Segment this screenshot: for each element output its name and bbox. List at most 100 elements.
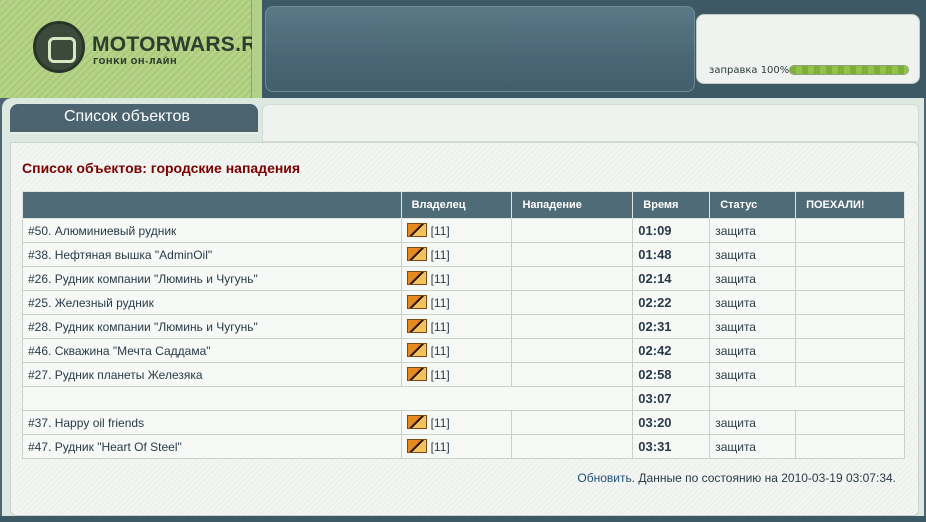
site-tagline: ГОНКИ ОН-ЛАЙН	[93, 57, 178, 66]
go-cell[interactable]	[795, 314, 905, 339]
header-go: ПОЕХАЛИ!	[795, 191, 905, 219]
owner-level: [11]	[430, 224, 450, 238]
owner-level: [11]	[430, 368, 450, 382]
table-row: #46. Скважина "Мечта Саддама" [11] 02:42 за…	[22, 338, 905, 363]
site-logo-text[interactable]: MOTORWARS.RU	[92, 33, 272, 57]
header-banner	[265, 6, 695, 92]
page-title: Список объектов: городские нападения	[22, 160, 301, 176]
clan-avatar-icon[interactable]	[406, 271, 427, 285]
fuel-panel: заправка 100%	[696, 14, 920, 84]
owner-cell: [11]	[400, 266, 513, 291]
status-cell: защита	[709, 362, 797, 387]
go-cell[interactable]	[795, 410, 905, 435]
bottom-stripe	[0, 516, 926, 522]
clan-avatar-icon[interactable]	[406, 415, 427, 429]
table-row: #27. Рудник планеты Железяка [11] 02:58 защ…	[22, 362, 905, 387]
attack-cell	[511, 290, 634, 315]
status-cell: защита	[709, 410, 797, 435]
table-row: #26. Рудник компании "Люминь и Чугунь" [1…	[22, 266, 905, 291]
time-cell: 03:31	[632, 434, 711, 459]
owner-level: [11]	[430, 344, 450, 358]
status-cell: защита	[709, 242, 797, 267]
status-cell: защита	[709, 338, 797, 363]
attack-cell	[511, 338, 634, 363]
object-name-link[interactable]: #26. Рудник компании "Люминь и Чугунь"	[22, 266, 402, 291]
time-cell: 02:58	[632, 362, 711, 387]
object-name-link[interactable]: #50. Алюминиевый рудник	[22, 218, 402, 243]
clan-avatar-icon[interactable]	[406, 367, 427, 381]
table-row: #50. Алюминиевый рудник [11] 01:09 защита	[22, 218, 905, 243]
header-owner: Владелец	[400, 191, 513, 219]
objects-table: Владелец Нападение Время Статус ПОЕХАЛИ!…	[21, 191, 905, 459]
go-cell[interactable]	[795, 266, 905, 291]
current-time-filler	[709, 386, 905, 411]
clan-avatar-icon[interactable]	[406, 295, 427, 309]
table-row: #38. Нефтяная вышка "AdminOil" [11] 01:48 з…	[22, 242, 905, 267]
owner-level: [11]	[430, 248, 450, 262]
owner-cell: [11]	[400, 218, 513, 243]
attack-cell	[511, 242, 634, 267]
time-cell: 01:09	[632, 218, 711, 243]
tab-bar-filler	[262, 104, 919, 142]
owner-level: [11]	[430, 320, 450, 334]
header-status: Статус	[709, 191, 797, 219]
status-cell: защита	[709, 434, 797, 459]
fuel-label: заправка 100%	[709, 65, 790, 76]
go-cell[interactable]	[795, 434, 905, 459]
clan-avatar-icon[interactable]	[406, 319, 427, 333]
header-object	[22, 191, 402, 219]
clan-avatar-icon[interactable]	[406, 223, 427, 237]
refresh-link[interactable]: Обновить	[577, 471, 631, 485]
logo-panel: MOTORWARS.RU ГОНКИ ОН-ЛАЙН	[0, 0, 272, 98]
status-cell: защита	[709, 266, 797, 291]
attack-cell	[511, 314, 634, 339]
owner-level: [11]	[430, 416, 450, 430]
owner-cell: [11]	[400, 362, 513, 387]
owner-cell: [11]	[400, 434, 513, 459]
current-time-row: 03:07	[21, 386, 905, 411]
object-name-link[interactable]: #27. Рудник планеты Железяка	[22, 362, 402, 387]
attack-cell	[511, 434, 634, 459]
object-name-link[interactable]: #38. Нефтяная вышка "AdminOil"	[22, 242, 402, 267]
header-time: Время	[632, 191, 711, 219]
time-cell: 02:42	[632, 338, 711, 363]
time-cell: 02:22	[632, 290, 711, 315]
clan-avatar-icon[interactable]	[406, 247, 427, 261]
header-divider	[252, 0, 262, 98]
attack-cell	[511, 410, 634, 435]
time-cell: 02:14	[632, 266, 711, 291]
go-cell[interactable]	[795, 290, 905, 315]
time-cell: 01:48	[632, 242, 711, 267]
object-name-link[interactable]: #28. Рудник компании "Люминь и Чугунь"	[22, 314, 402, 339]
tab-object-list-label[interactable]: Список объектов	[64, 108, 190, 126]
go-cell[interactable]	[795, 338, 905, 363]
current-time-cell: 03:07	[632, 386, 711, 411]
data-timestamp-text: . Данные по состоянию на 2010-03-19 03:0…	[631, 471, 896, 485]
object-name-link[interactable]: #25. Железный рудник	[22, 290, 402, 315]
object-name-link[interactable]: #37. Happy oil friends	[22, 410, 402, 435]
header-attack: Нападение	[511, 191, 634, 219]
table-row: #28. Рудник компании "Люминь и Чугунь" [1…	[22, 314, 905, 339]
status-cell: защита	[709, 314, 797, 339]
go-cell[interactable]	[795, 242, 905, 267]
clan-avatar-icon[interactable]	[406, 343, 427, 357]
table-row: #37. Happy oil friends [11] 03:20 защита	[22, 410, 905, 435]
object-name-link[interactable]: #46. Скважина "Мечта Саддама"	[22, 338, 402, 363]
status-cell: защита	[709, 218, 797, 243]
logo-icon[interactable]	[33, 21, 85, 73]
owner-cell: [11]	[400, 338, 513, 363]
current-time-spacer	[21, 386, 634, 411]
owner-cell: [11]	[400, 410, 513, 435]
table-row: #25. Железный рудник [11] 02:22 защита	[22, 290, 905, 315]
go-cell[interactable]	[795, 218, 905, 243]
fuel-progress-bar	[789, 65, 909, 75]
owner-level: [11]	[430, 440, 450, 454]
owner-cell: [11]	[400, 242, 513, 267]
owner-level: [11]	[430, 272, 450, 286]
attack-cell	[511, 266, 634, 291]
time-cell: 02:31	[632, 314, 711, 339]
clan-avatar-icon[interactable]	[406, 439, 427, 453]
object-name-link[interactable]: #47. Рудник "Heart Of Steel"	[22, 434, 402, 459]
go-cell[interactable]	[795, 362, 905, 387]
time-cell: 03:20	[632, 410, 711, 435]
